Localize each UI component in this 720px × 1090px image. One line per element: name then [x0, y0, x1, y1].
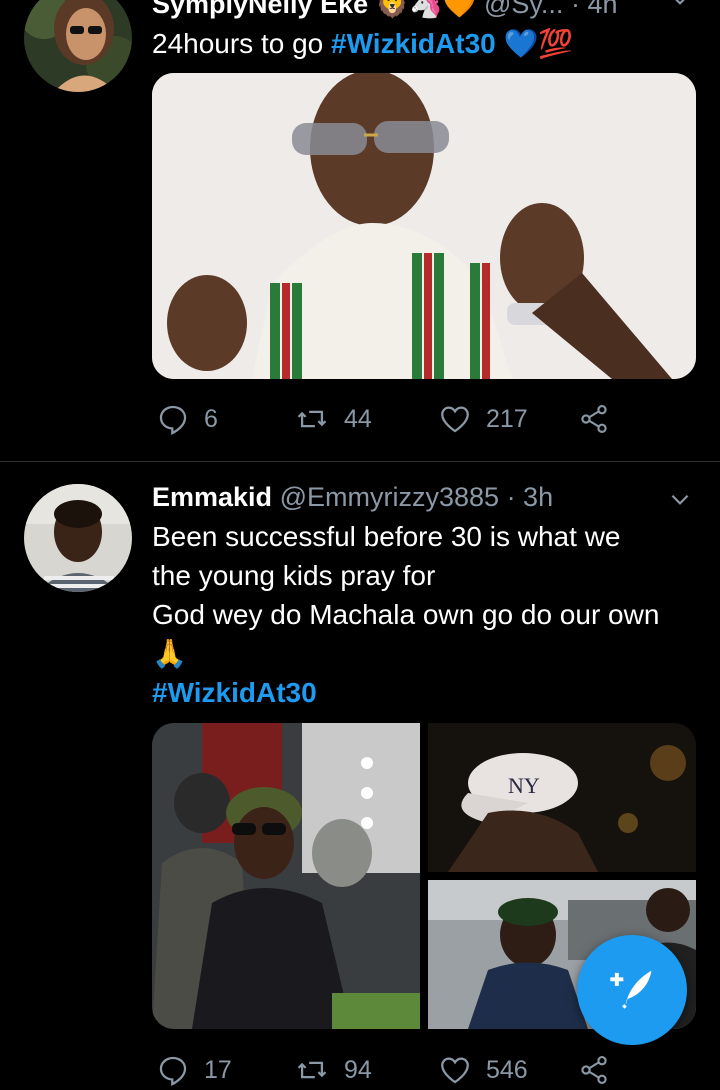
- retweet-icon: [294, 1053, 330, 1087]
- handle[interactable]: @Emmyrizzy3885: [280, 482, 499, 512]
- tweet-image-2[interactable]: NY: [428, 723, 696, 872]
- avatar[interactable]: [24, 0, 132, 92]
- tweet-body: 24hours to go: [152, 28, 332, 59]
- reply-count: 17: [204, 1055, 232, 1084]
- share-icon: [578, 403, 610, 435]
- tweet-image-1[interactable]: [152, 723, 420, 1029]
- timestamp: · 3h: [506, 482, 554, 512]
- reply-button[interactable]: 17: [156, 1050, 232, 1090]
- reply-button[interactable]: 6: [156, 399, 218, 439]
- heart-icon: [438, 402, 472, 436]
- retweet-button[interactable]: 44: [294, 399, 372, 439]
- avatar[interactable]: [24, 484, 132, 592]
- retweet-count: 94: [344, 1055, 372, 1084]
- share-button[interactable]: [578, 1050, 610, 1090]
- like-count: 546: [486, 1055, 528, 1084]
- like-button[interactable]: 217: [438, 399, 528, 439]
- compose-tweet-icon: [606, 962, 658, 1019]
- hashtag-link[interactable]: #WizkidAt30: [331, 28, 496, 59]
- tweet-1[interactable]: SymplyNelly Eke 🦁🦄🧡 @Sy... · 4h 24hours …: [0, 0, 720, 461]
- timestamp: · 4h: [570, 0, 618, 19]
- svg-text:NY: NY: [508, 773, 540, 798]
- chevron-down-icon[interactable]: [667, 0, 693, 17]
- hashtag-link[interactable]: #WizkidAt30: [152, 673, 659, 712]
- reply-count: 6: [204, 404, 218, 433]
- tweet-header: SymplyNelly Eke 🦁🦄🧡 @Sy... · 4h: [152, 0, 617, 20]
- reply-icon: [156, 1053, 190, 1087]
- tweet-text: 24hours to go #WizkidAt30 💙💯: [152, 24, 573, 63]
- tweet-header: Emmakid @Emmyrizzy3885 · 3h: [152, 482, 553, 513]
- display-name[interactable]: SymplyNelly Eke: [152, 0, 368, 19]
- share-button[interactable]: [578, 399, 610, 439]
- tweet-line: the young kids pray for: [152, 560, 436, 591]
- retweet-icon: [294, 402, 330, 436]
- share-icon: [578, 1054, 610, 1086]
- tweet-actions: 6 44 217: [152, 399, 632, 439]
- tweet-emojis: 💙💯: [503, 28, 574, 59]
- name-emojis: 🦁🦄🧡: [375, 0, 477, 19]
- like-button[interactable]: 546: [438, 1050, 528, 1090]
- retweet-count: 44: [344, 404, 372, 433]
- chevron-down-icon[interactable]: [667, 486, 693, 517]
- tweet-image[interactable]: [152, 73, 696, 379]
- display-name[interactable]: Emmakid: [152, 482, 272, 512]
- like-count: 217: [486, 404, 528, 433]
- retweet-button[interactable]: 94: [294, 1050, 372, 1090]
- tweet-line: God wey do Machala own go do our own: [152, 599, 660, 630]
- tweet-line: Been successful before 30 is what we: [152, 521, 621, 552]
- tweet-text: Been successful before 30 is what we the…: [152, 517, 659, 712]
- handle[interactable]: @Sy...: [484, 0, 563, 19]
- reply-icon: [156, 402, 190, 436]
- tweet-emoji: 🙏: [152, 638, 187, 669]
- compose-tweet-button[interactable]: [577, 935, 687, 1045]
- tweet-actions: 17 94 546: [152, 1050, 632, 1090]
- heart-icon: [438, 1053, 472, 1087]
